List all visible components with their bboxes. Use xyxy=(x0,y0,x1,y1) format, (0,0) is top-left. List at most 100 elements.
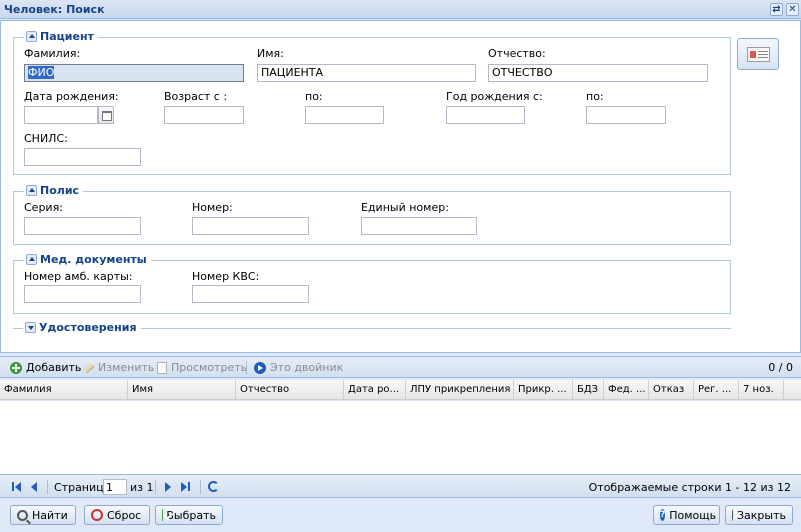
name-label: Имя: xyxy=(257,47,284,60)
view-label: Просмотреть xyxy=(171,361,248,374)
refresh-icon[interactable] xyxy=(208,481,219,492)
paging-separator xyxy=(200,480,201,494)
expand-icon[interactable] xyxy=(25,322,36,333)
col-reg[interactable]: Рег. ... xyxy=(694,380,739,400)
close-button[interactable]: Закрыть xyxy=(725,505,793,525)
col-attach[interactable]: Прикр. ... xyxy=(514,380,573,400)
surname-label: Фамилия: xyxy=(24,47,81,60)
page-input[interactable] xyxy=(103,479,127,495)
edit-label: Изменить xyxy=(98,361,155,374)
birth-date-field[interactable] xyxy=(24,106,98,124)
col-fed[interactable]: Фед. ... xyxy=(604,380,649,400)
help-label: Помощь xyxy=(669,508,717,522)
kvs-label: Номер КВС: xyxy=(192,270,260,283)
policy-series-label: Серия: xyxy=(24,201,63,214)
birth-year-from-label: Год рождения с: xyxy=(446,90,543,103)
birth-date-label: Дата рождения: xyxy=(24,90,119,103)
read-card-button[interactable] xyxy=(737,38,779,70)
amb-card-field[interactable] xyxy=(24,285,141,303)
help-icon: ? xyxy=(660,509,666,521)
age-to-field[interactable] xyxy=(305,106,384,124)
record-count: 0 / 0 xyxy=(768,361,793,374)
help-button[interactable]: ? Помощь xyxy=(653,505,720,525)
add-icon xyxy=(10,361,22,374)
policy-fieldset: Полис Серия: Номер: Единый номер: xyxy=(13,184,731,245)
policy-series-field[interactable] xyxy=(24,217,141,235)
med-docs-fieldset: Мед. документы Номер амб. карты: Номер К… xyxy=(13,253,731,314)
paging-toolbar: Страница из 1 Отображаемые строки 1 - 12… xyxy=(0,474,801,498)
col-name[interactable]: Имя xyxy=(128,380,236,400)
unified-number-label: Единый номер: xyxy=(361,201,449,214)
grid-header: Фамилия Имя Отчество Дата ро... ЛПУ прик… xyxy=(0,380,801,400)
age-to-label: по: xyxy=(305,90,323,103)
col-birth-date[interactable]: Дата ро... xyxy=(344,380,406,400)
policy-number-field[interactable] xyxy=(192,217,309,235)
certificates-legend-label: Удостоверения xyxy=(39,321,137,334)
patient-legend[interactable]: Пациент xyxy=(24,30,98,43)
last-page-icon[interactable] xyxy=(180,481,192,493)
col-lpu[interactable]: ЛПУ прикрепления xyxy=(406,380,514,400)
play-icon xyxy=(254,361,266,374)
toolbar-separator xyxy=(246,361,247,375)
collapse-icon[interactable] xyxy=(26,31,37,42)
col-bdz[interactable]: БДЗ xyxy=(573,380,604,400)
birth-year-to-label: по: xyxy=(586,90,604,103)
window-title: Человек: Поиск xyxy=(4,3,105,16)
policy-legend-label: Полис xyxy=(40,184,80,197)
close-icon xyxy=(732,509,733,521)
col-refusal[interactable]: Отказ xyxy=(649,380,694,400)
add-label: Добавить xyxy=(26,361,82,374)
add-button[interactable]: Добавить xyxy=(10,361,81,374)
first-page-icon[interactable] xyxy=(11,481,23,493)
find-button[interactable]: Найти xyxy=(10,505,76,525)
paging-separator xyxy=(155,480,156,494)
birth-year-to-field[interactable] xyxy=(586,106,666,124)
select-button[interactable]: Выбрать xyxy=(155,505,223,525)
certificates-fieldset: Удостоверения xyxy=(13,321,731,334)
close-icon[interactable]: ✕ xyxy=(786,3,799,16)
col-patronymic[interactable]: Отчество xyxy=(236,380,344,400)
snils-label: СНИЛС: xyxy=(24,132,68,145)
surname-value: ФИО xyxy=(28,66,55,79)
restore-icon[interactable]: ⇄ xyxy=(770,3,783,16)
amb-card-label: Номер амб. карты: xyxy=(24,270,133,283)
kvs-field[interactable] xyxy=(192,285,309,303)
snils-field[interactable] xyxy=(24,148,141,166)
page-label: Страница xyxy=(54,481,111,494)
view-button[interactable]: Просмотреть xyxy=(157,361,247,374)
display-info: Отображаемые строки 1 - 12 из 12 xyxy=(588,481,791,494)
pencil-icon xyxy=(83,361,95,374)
window-footer: Найти Сброс Выбрать ? Помощь Закрыть xyxy=(0,499,801,532)
col-7noz[interactable]: 7 ноз. xyxy=(739,380,784,400)
grid-toolbar: Добавить Изменить Просмотреть Это двойни… xyxy=(0,356,801,378)
patronymic-label: Отчество: xyxy=(488,47,546,60)
policy-legend[interactable]: Полис xyxy=(24,184,84,197)
reset-label: Сброс xyxy=(107,508,142,522)
next-page-icon[interactable] xyxy=(162,481,174,493)
patient-fieldset: Пациент Фамилия: ФИО Имя: ПАЦИЕНТА Отчес… xyxy=(13,30,731,175)
calendar-icon[interactable] xyxy=(98,106,114,124)
med-docs-legend[interactable]: Мед. документы xyxy=(24,253,151,266)
twin-button[interactable]: Это двойник xyxy=(254,361,343,374)
edit-button[interactable]: Изменить xyxy=(83,361,155,374)
unified-number-field[interactable] xyxy=(361,217,477,235)
select-label: Выбрать xyxy=(166,508,216,522)
certificates-legend[interactable]: Удостоверения xyxy=(23,321,141,334)
twin-label: Это двойник xyxy=(270,361,344,374)
age-from-field[interactable] xyxy=(164,106,244,124)
paging-separator xyxy=(47,480,48,494)
window-titlebar: Человек: Поиск ⇄ ✕ xyxy=(0,0,801,19)
collapse-icon[interactable] xyxy=(26,254,37,265)
search-form: Пациент Фамилия: ФИО Имя: ПАЦИЕНТА Отчес… xyxy=(0,20,801,353)
page-total-label: из 1 xyxy=(130,481,154,494)
id-card-icon xyxy=(747,47,770,62)
collapse-icon[interactable] xyxy=(26,185,37,196)
patronymic-field[interactable]: ОТЧЕСТВО xyxy=(488,64,708,82)
col-surname[interactable]: Фамилия xyxy=(0,380,128,400)
name-field[interactable]: ПАЦИЕНТА xyxy=(257,64,476,82)
search-icon xyxy=(17,509,28,521)
birth-year-from-field[interactable] xyxy=(446,106,525,124)
prev-page-icon[interactable] xyxy=(28,481,40,493)
surname-field[interactable]: ФИО xyxy=(24,64,244,82)
reset-button[interactable]: Сброс xyxy=(84,505,150,525)
